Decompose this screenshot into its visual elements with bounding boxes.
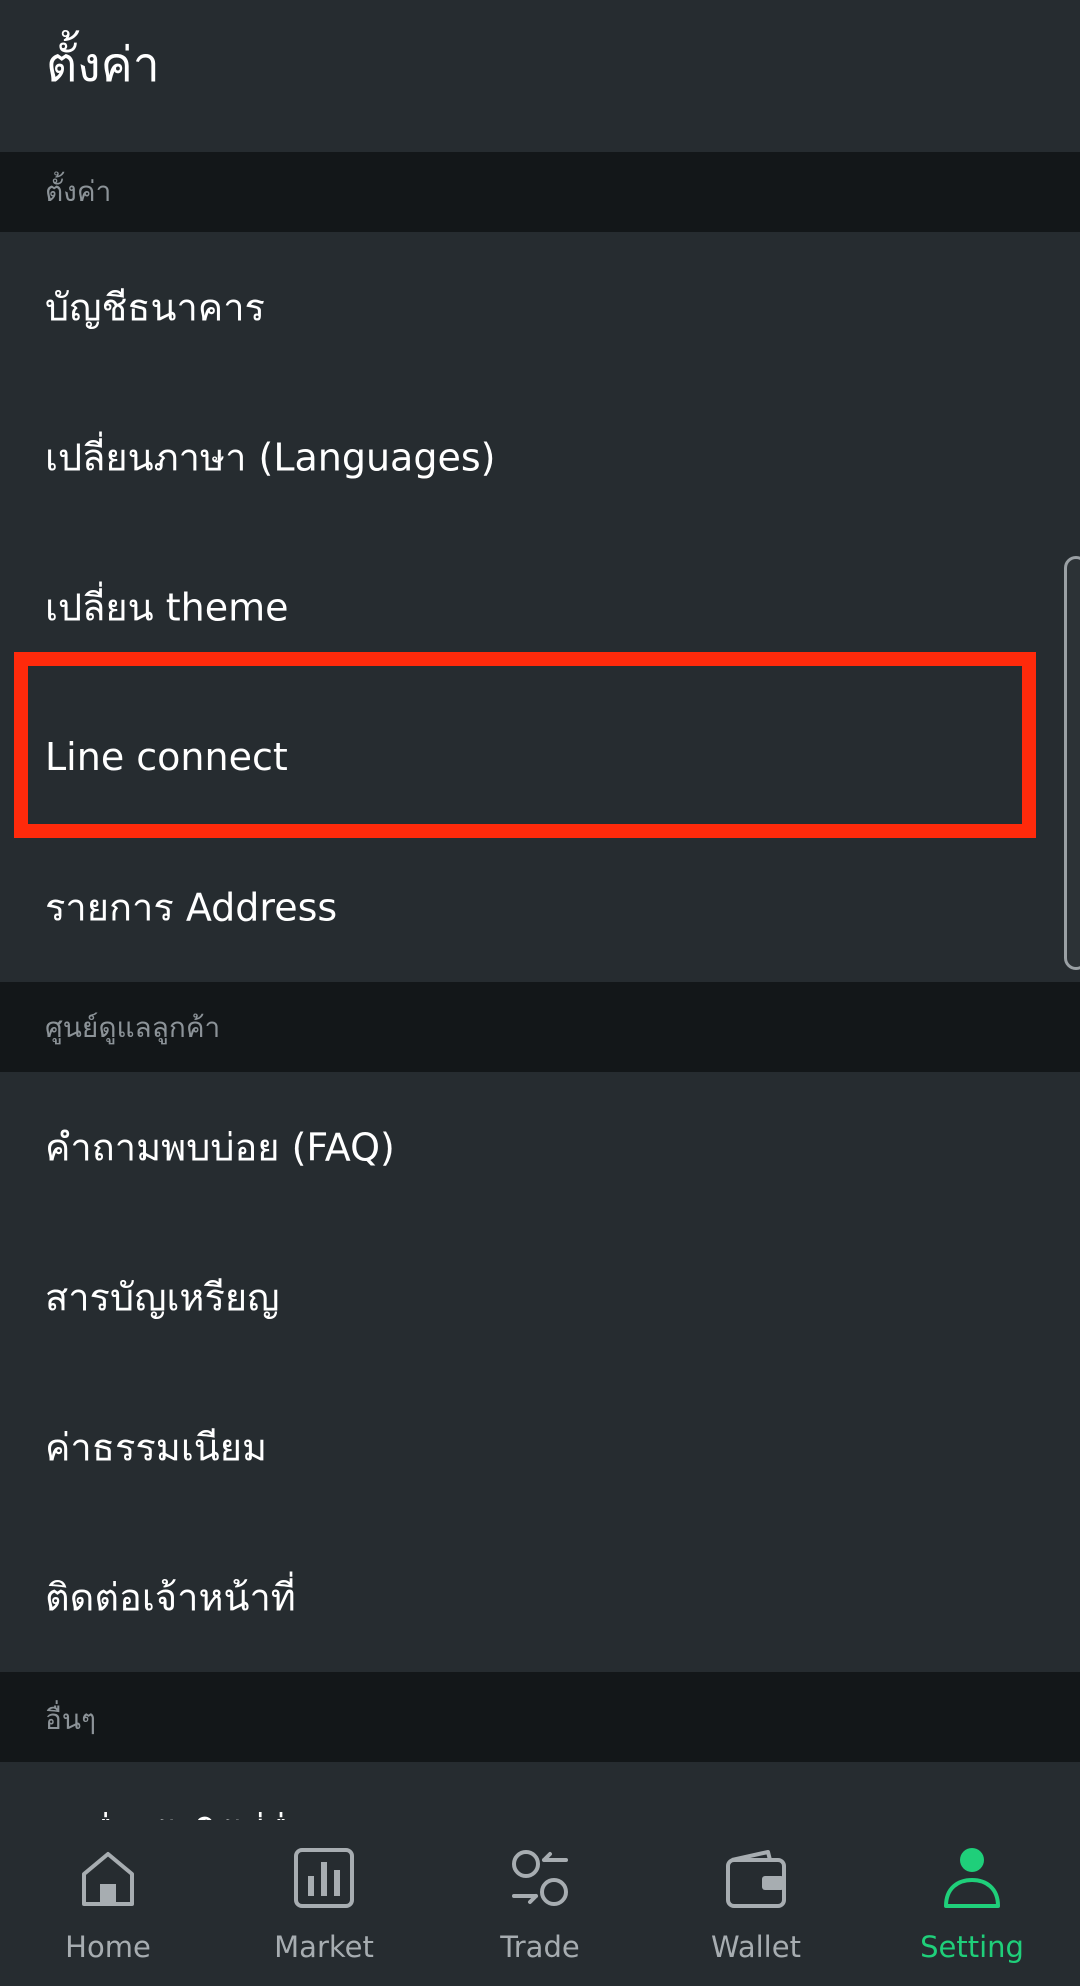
highlight-box: [14, 652, 1036, 838]
nav-wallet[interactable]: Wallet: [648, 1820, 864, 1986]
menu-item-label: รายการ Address: [45, 885, 338, 930]
menu-item-label: บัญชีธนาคาร: [45, 285, 265, 330]
bar-chart-icon: [294, 1848, 354, 1908]
nav-label: Setting: [920, 1930, 1024, 1964]
menu-item-fees[interactable]: ค่าธรรมเนียม: [0, 1372, 1080, 1522]
menu-item-address-list[interactable]: รายการ Address: [0, 832, 1080, 982]
user-icon: [944, 1848, 1000, 1908]
wallet-icon: [726, 1850, 786, 1908]
section-header-settings: ตั้งค่า: [0, 152, 1080, 232]
menu-item-coin-index[interactable]: สารบัญเหรียญ: [0, 1222, 1080, 1372]
scrollbar-thumb[interactable]: [1064, 556, 1080, 970]
nav-label: Trade: [500, 1930, 580, 1964]
nav-label: Home: [65, 1930, 151, 1964]
menu-item-faq[interactable]: คำถามพบบ่อย (FAQ): [0, 1072, 1080, 1222]
page-title: ตั้งค่า: [46, 37, 160, 93]
menu-item-label: สารบัญเหรียญ: [45, 1275, 280, 1320]
menu-item-label: เปลี่ยนภาษา (Languages): [45, 435, 496, 480]
home-icon: [82, 1852, 134, 1906]
menu-item-languages[interactable]: เปลี่ยนภาษา (Languages): [0, 382, 1080, 532]
nav-label: Wallet: [711, 1930, 801, 1964]
section-header-others: อื่นๆ: [0, 1672, 1080, 1762]
nav-label: Market: [274, 1930, 374, 1964]
app-header: ตั้งค่า: [0, 0, 1080, 152]
section-title: ศูนย์ดูแลลูกค้า: [45, 1011, 221, 1044]
menu-item-login-elsewhere[interactable]: ลงชื่อเข้าใช้ที่อื่น: [0, 1762, 1080, 1822]
section-title: อื่นๆ: [45, 1703, 96, 1736]
menu-item-bank-account[interactable]: บัญชีธนาคาร: [0, 232, 1080, 382]
section-title: ตั้งค่า: [45, 175, 112, 208]
menu-item-label: ติดต่อเจ้าหน้าที่: [45, 1575, 296, 1620]
menu-item-label: ค่าธรรมเนียม: [45, 1425, 268, 1470]
nav-home[interactable]: Home: [0, 1820, 216, 1986]
section-header-customer-support: ศูนย์ดูแลลูกค้า: [0, 982, 1080, 1072]
nav-trade[interactable]: Trade: [432, 1820, 648, 1986]
nav-market[interactable]: Market: [216, 1820, 432, 1986]
menu-item-contact-staff[interactable]: ติดต่อเจ้าหน้าที่: [0, 1522, 1080, 1672]
nav-setting[interactable]: Setting: [864, 1820, 1080, 1986]
menu-item-label: คำถามพบบ่อย (FAQ): [45, 1125, 395, 1170]
menu-item-label: เปลี่ยน theme: [45, 585, 289, 630]
bottom-nav: Home Market Trade Wallet Setting: [0, 1820, 1080, 1986]
exchange-icon: [512, 1850, 568, 1906]
